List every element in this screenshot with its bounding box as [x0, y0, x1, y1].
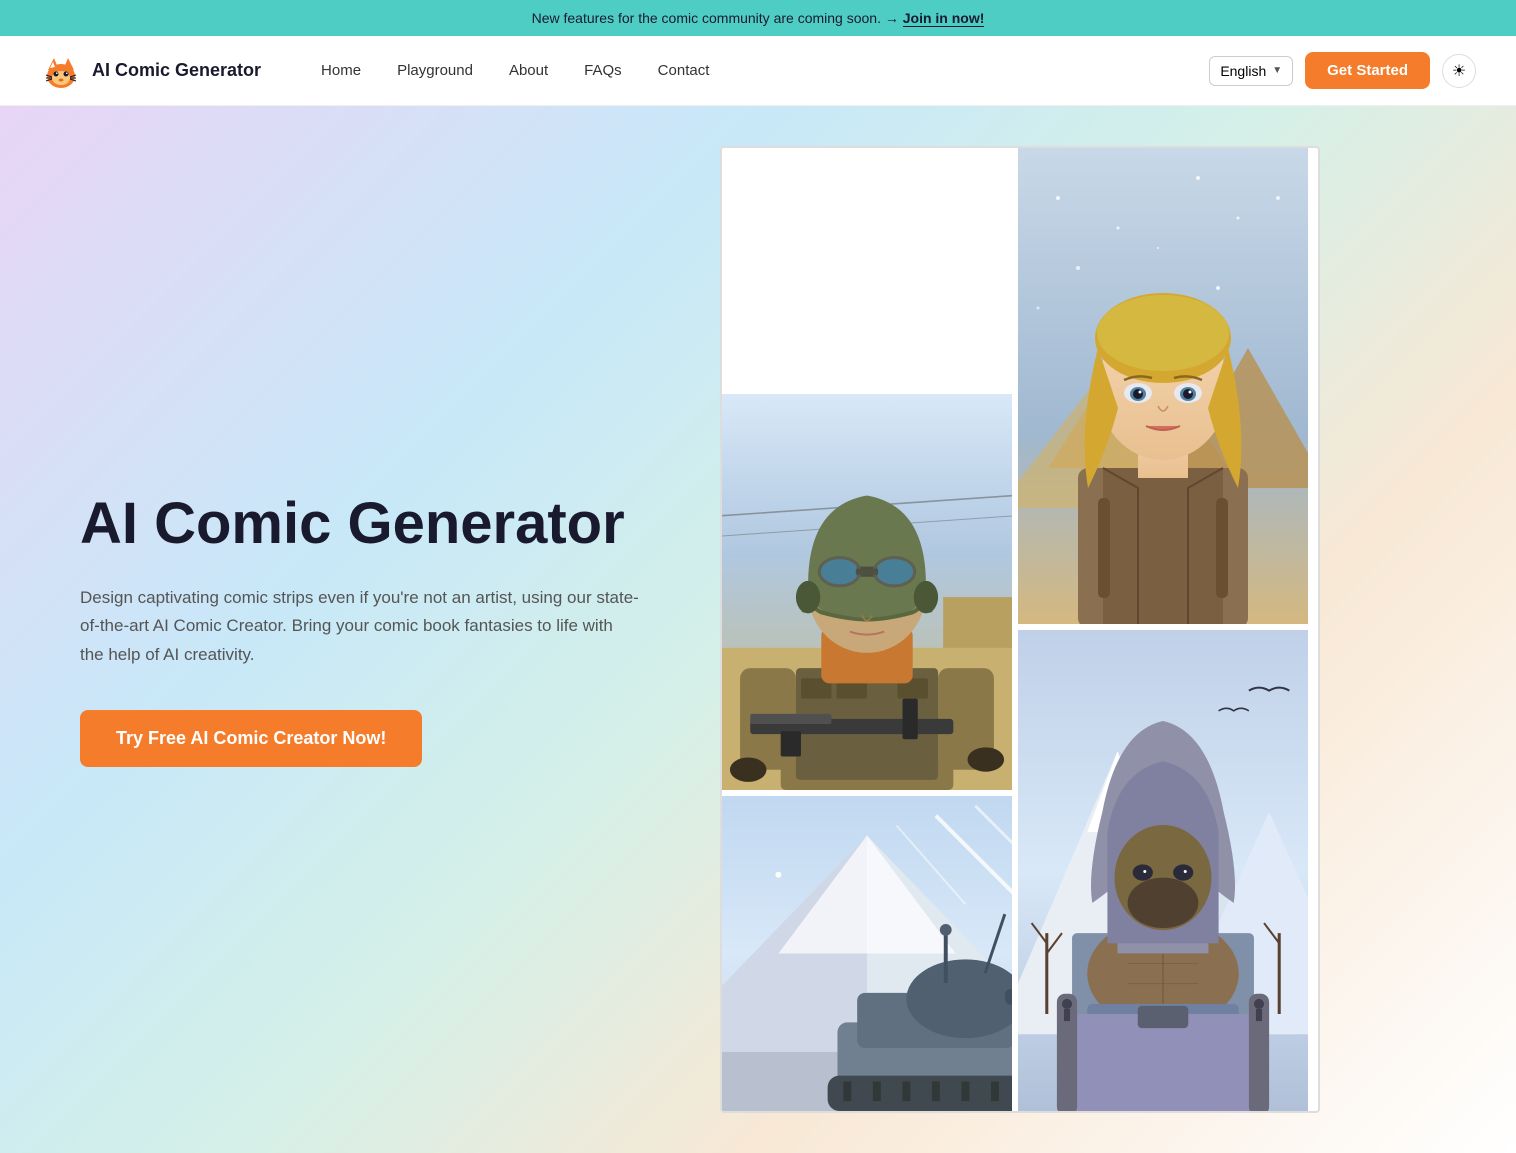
- banner-link[interactable]: Join in now!: [903, 10, 985, 27]
- language-selector[interactable]: English ▼: [1209, 56, 1293, 86]
- logo-icon: [40, 50, 82, 92]
- nav-about[interactable]: About: [509, 62, 548, 79]
- sun-icon: ☀: [1452, 61, 1466, 81]
- hero-title: AI Comic Generator: [80, 492, 680, 556]
- header-right: English ▼ Get Started ☀: [1209, 52, 1476, 89]
- hero-right: [720, 146, 1320, 1113]
- language-label: English: [1220, 63, 1266, 79]
- banner-text: New features for the comic community are…: [532, 10, 881, 26]
- top-banner: New features for the comic community are…: [0, 0, 1516, 36]
- nav-contact[interactable]: Contact: [658, 62, 710, 79]
- comic-panel-3: [722, 394, 1012, 790]
- header: AI Comic Generator Home Playground About…: [0, 36, 1516, 106]
- theme-toggle-button[interactable]: ☀: [1442, 54, 1476, 88]
- get-started-button[interactable]: Get Started: [1305, 52, 1430, 89]
- comic-panel-4: [722, 796, 1012, 1111]
- cta-button[interactable]: Try Free AI Comic Creator Now!: [80, 710, 422, 767]
- chevron-down-icon: ▼: [1272, 65, 1282, 76]
- banner-arrow: →: [885, 10, 899, 26]
- hero-section: AI Comic Generator Design captivating co…: [0, 106, 1516, 1153]
- comic-panel-2: [1018, 630, 1308, 1111]
- nav-playground[interactable]: Playground: [397, 62, 473, 79]
- main-nav: Home Playground About FAQs Contact: [321, 62, 1209, 79]
- comic-grid: [720, 146, 1320, 1113]
- nav-faqs[interactable]: FAQs: [584, 62, 622, 79]
- hero-left: AI Comic Generator Design captivating co…: [80, 492, 680, 767]
- logo-link[interactable]: AI Comic Generator: [40, 50, 261, 92]
- nav-home[interactable]: Home: [321, 62, 361, 79]
- hero-description: Design captivating comic strips even if …: [80, 584, 640, 671]
- comic-panel-1: [1018, 148, 1308, 624]
- logo-text: AI Comic Generator: [92, 60, 261, 81]
